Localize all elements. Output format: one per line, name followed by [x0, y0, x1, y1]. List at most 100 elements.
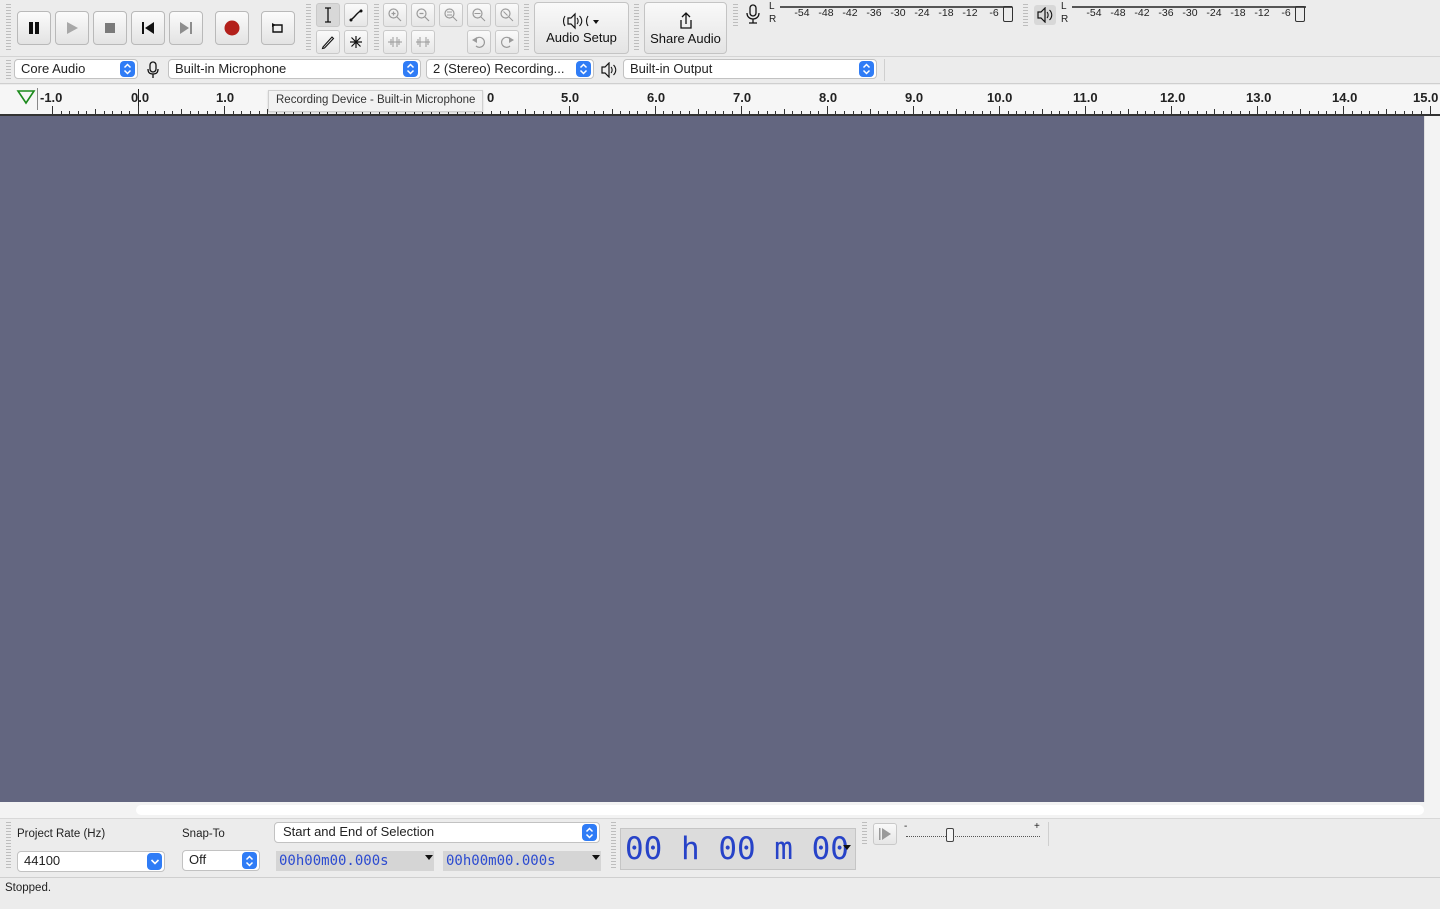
slider-thumb[interactable] — [946, 828, 954, 842]
snap-to-label: Snap-To — [182, 828, 225, 840]
selection-toolbar-grip[interactable] — [6, 822, 11, 870]
meter-tick: -36 — [866, 7, 882, 19]
slider-minus-icon: - — [904, 821, 908, 832]
ruler-label: 7.0 — [733, 90, 752, 105]
record-button[interactable] — [215, 11, 249, 45]
end-time-menu-icon[interactable] — [592, 855, 600, 861]
play-at-speed-grip[interactable] — [862, 822, 867, 846]
ruler-tick-mark — [585, 111, 587, 114]
audio-position-menu-icon[interactable] — [843, 845, 851, 851]
skip-start-icon — [142, 22, 154, 34]
ruler-tick-mark — [86, 111, 88, 114]
playback-speed-slider[interactable]: - + — [904, 821, 1044, 844]
fit-selection-icon — [444, 8, 458, 22]
ruler-tick-mark — [1395, 111, 1397, 114]
ruler-tick-mark — [1240, 111, 1242, 114]
play-button[interactable] — [55, 11, 89, 45]
ruler-tick-mark — [60, 111, 62, 114]
loop-button[interactable] — [261, 11, 295, 45]
play-meter-left-label: L — [1061, 1, 1067, 12]
share-audio-button[interactable]: Share Audio — [644, 2, 727, 54]
record-meter-button[interactable] — [744, 4, 762, 27]
ruler-label: 11.0 — [1073, 90, 1098, 105]
record-meter-handle[interactable] — [1003, 6, 1013, 22]
edit-toolbar-grip[interactable] — [374, 4, 379, 52]
audio-position-display[interactable]: 00 h 00 m 00 s — [620, 828, 856, 907]
project-rate-select[interactable]: 44100 — [17, 851, 165, 872]
silence-audio-button[interactable] — [411, 30, 435, 54]
ruler-tick-mark — [525, 109, 527, 114]
ruler-tick-mark — [689, 111, 691, 114]
audio-setup-button[interactable]: Audio Setup — [534, 2, 629, 54]
multi-tool-button[interactable] — [344, 30, 368, 54]
skip-to-start-button[interactable] — [131, 11, 165, 45]
play-head-triangle-icon[interactable] — [16, 89, 36, 105]
record-meter-grip[interactable] — [733, 4, 738, 28]
ruler-tick-mark — [912, 106, 914, 114]
ruler-tick-mark — [491, 111, 492, 114]
ruler-tick-mark — [542, 111, 544, 114]
selection-start-time[interactable]: 00h00m00.000s — [276, 851, 434, 871]
horizontal-scrollbar-thumb[interactable] — [136, 805, 1424, 815]
play-at-speed-button[interactable] — [873, 823, 897, 845]
ruler-tick-mark — [1308, 111, 1310, 114]
selection-mode-select[interactable]: Start and End of Selection — [274, 822, 600, 843]
ruler-tick-mark — [551, 111, 553, 114]
audio-setup-label: Audio Setup — [546, 29, 617, 45]
speed-divider — [1048, 822, 1049, 846]
vertical-scrollbar[interactable] — [1424, 116, 1440, 802]
undo-button[interactable] — [467, 30, 491, 54]
slider-track — [906, 836, 1040, 838]
recording-device-select[interactable]: Built-in Microphone — [168, 59, 421, 79]
ruler-tick-mark — [155, 111, 157, 114]
skip-to-end-button[interactable] — [169, 11, 203, 45]
audio-host-select[interactable]: Core Audio — [14, 59, 138, 79]
ruler-tick-mark — [1412, 111, 1414, 114]
selection-end-time[interactable]: 00h00m00.000s — [443, 851, 601, 871]
draw-tool-button[interactable] — [316, 30, 340, 54]
fit-project-button[interactable] — [467, 3, 491, 27]
trim-audio-button[interactable] — [383, 30, 407, 54]
ruler-tick-mark — [800, 111, 802, 114]
ruler-tick-mark — [1326, 111, 1328, 114]
pause-button[interactable] — [17, 11, 51, 45]
envelope-icon — [349, 9, 363, 22]
zoom-toggle-button[interactable] — [495, 3, 519, 27]
ruler-tick-mark — [1205, 111, 1207, 114]
transport-toolbar-grip[interactable] — [6, 4, 11, 52]
ruler-label: 14.0 — [1332, 90, 1358, 105]
snap-to-select[interactable]: Off — [182, 850, 260, 871]
time-toolbar-grip[interactable] — [611, 822, 616, 870]
envelope-tool-button[interactable] — [344, 3, 368, 27]
share-toolbar-grip[interactable] — [634, 4, 639, 52]
ruler-tick-mark — [869, 109, 871, 114]
redo-button[interactable] — [495, 30, 519, 54]
zoom-out-button[interactable] — [411, 3, 435, 27]
start-time-menu-icon[interactable] — [425, 855, 433, 861]
timeline-ruler[interactable]: -1.0 0.0 1.0 0 5.0 6.0 7.0 8.0 9.0 10.0 … — [0, 85, 1440, 116]
play-meter-handle[interactable] — [1295, 6, 1305, 22]
playback-device-select[interactable]: Built-in Output — [623, 59, 877, 79]
playback-meter-button[interactable] — [1034, 5, 1056, 25]
stop-button[interactable] — [93, 11, 127, 45]
tools-toolbar-grip[interactable] — [306, 4, 311, 52]
recording-channels-select[interactable]: 2 (Stereo) Recording... — [426, 59, 594, 79]
loop-icon — [272, 23, 283, 33]
zoom-in-button[interactable] — [383, 3, 407, 27]
ruler-tick-mark — [508, 111, 510, 114]
play-meter-grip[interactable] — [1023, 4, 1028, 28]
fit-selection-button[interactable] — [439, 3, 463, 27]
selection-tool-button[interactable] — [316, 3, 340, 27]
meter-tick: -48 — [818, 7, 834, 19]
audio-setup-toolbar-grip[interactable] — [524, 4, 529, 52]
ruler-tick-mark — [990, 111, 992, 114]
recording-device-value: Built-in Microphone — [175, 61, 287, 76]
microphone-icon — [746, 4, 760, 24]
snap-to-value: Off — [189, 852, 207, 867]
ruler-tick-mark — [792, 111, 794, 114]
ruler-tick-mark — [568, 106, 570, 114]
meter-tick: -42 — [1134, 7, 1150, 19]
ruler-tick-mark — [1145, 111, 1147, 114]
device-toolbar-grip[interactable] — [6, 60, 11, 80]
track-panel[interactable] — [0, 116, 1424, 802]
